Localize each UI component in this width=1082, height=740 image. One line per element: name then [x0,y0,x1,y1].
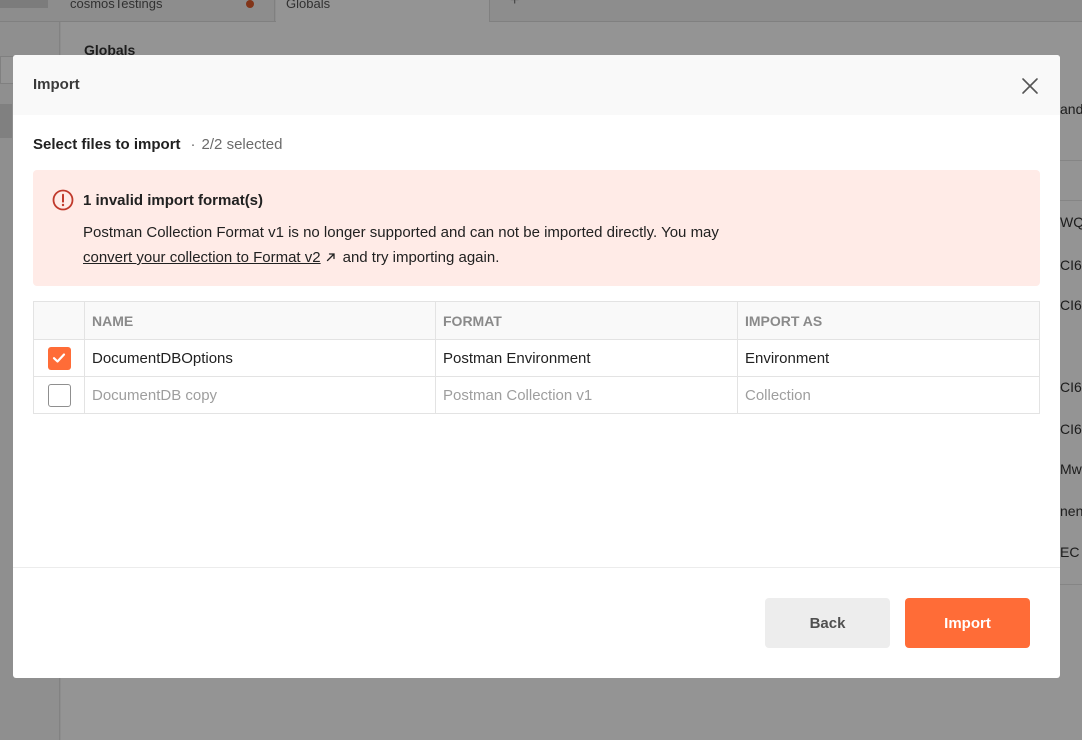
row-checkbox-cell [34,377,85,413]
header-checkbox-column [34,302,85,339]
import-button[interactable]: Import [905,598,1030,648]
alert-title: 1 invalid import format(s) [83,192,264,209]
alert-message-text: Postman Collection Format v1 is no longe… [83,224,719,241]
table-row: DocumentDBOptions Postman Environment En… [34,340,1039,377]
external-link-icon [326,253,335,262]
row-checkbox-unchecked[interactable] [47,383,71,407]
convert-format-link[interactable]: convert your collection to Format v2 [83,249,321,266]
dialog-header: Import [13,55,1060,115]
row-name: DocumentDBOptions [85,340,436,376]
header-format: FORMAT [436,302,738,339]
close-button[interactable] [1016,72,1044,100]
row-checkbox-cell [34,340,85,376]
row-format: Postman Environment [436,340,738,376]
table-header-row: NAME FORMAT IMPORT AS [34,302,1039,340]
checkmark-icon [52,353,66,363]
selection-summary: Select files to import · 2/2 selected [33,136,282,153]
import-dialog: Import Select files to import · 2/2 select… [13,55,1060,678]
alert-message: Postman Collection Format v1 is no longe… [83,220,983,270]
dialog-title: Import [33,76,80,93]
footer-divider [13,567,1060,568]
invalid-format-alert: 1 invalid import format(s) Postman Colle… [33,170,1040,286]
header-name: NAME [85,302,436,339]
alert-message-end: and try importing again. [342,249,500,266]
close-icon [1022,78,1038,94]
import-files-table: NAME FORMAT IMPORT AS DocumentDBOptions … [33,301,1040,414]
error-icon [52,189,74,211]
header-import-as: IMPORT AS [745,312,823,329]
row-format: Postman Collection v1 [436,377,738,413]
selected-count: 2/2 selected [201,136,283,153]
separator-dot: · [190,136,196,153]
row-name: DocumentDB copy [85,377,436,413]
back-button[interactable]: Back [765,598,890,648]
row-import-as: Collection [745,386,811,404]
row-import-as: Environment [745,349,830,367]
row-checkbox-checked[interactable] [47,346,71,370]
table-row: DocumentDB copy Postman Collection v1 Co… [34,377,1039,414]
select-files-label: Select files to import [33,136,181,153]
